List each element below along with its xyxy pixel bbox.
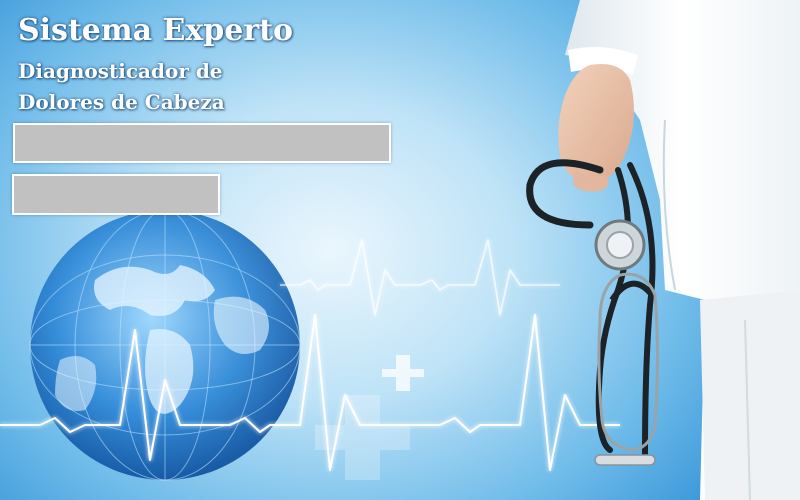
background-panel: Sistema Experto Diagnosticador de Dolore… bbox=[0, 0, 800, 500]
input-field-1[interactable] bbox=[13, 123, 391, 163]
app-title: Sistema Experto bbox=[18, 13, 294, 48]
subtitle-line-1: Diagnosticador de bbox=[18, 59, 223, 83]
app-subtitle: Diagnosticador de Dolores de Cabeza bbox=[18, 56, 225, 118]
stethoscope-icon bbox=[526, 159, 659, 466]
globe-icon bbox=[29, 209, 301, 481]
input-field-2[interactable] bbox=[12, 174, 220, 215]
subtitle-line-2: Dolores de Cabeza bbox=[18, 90, 225, 114]
